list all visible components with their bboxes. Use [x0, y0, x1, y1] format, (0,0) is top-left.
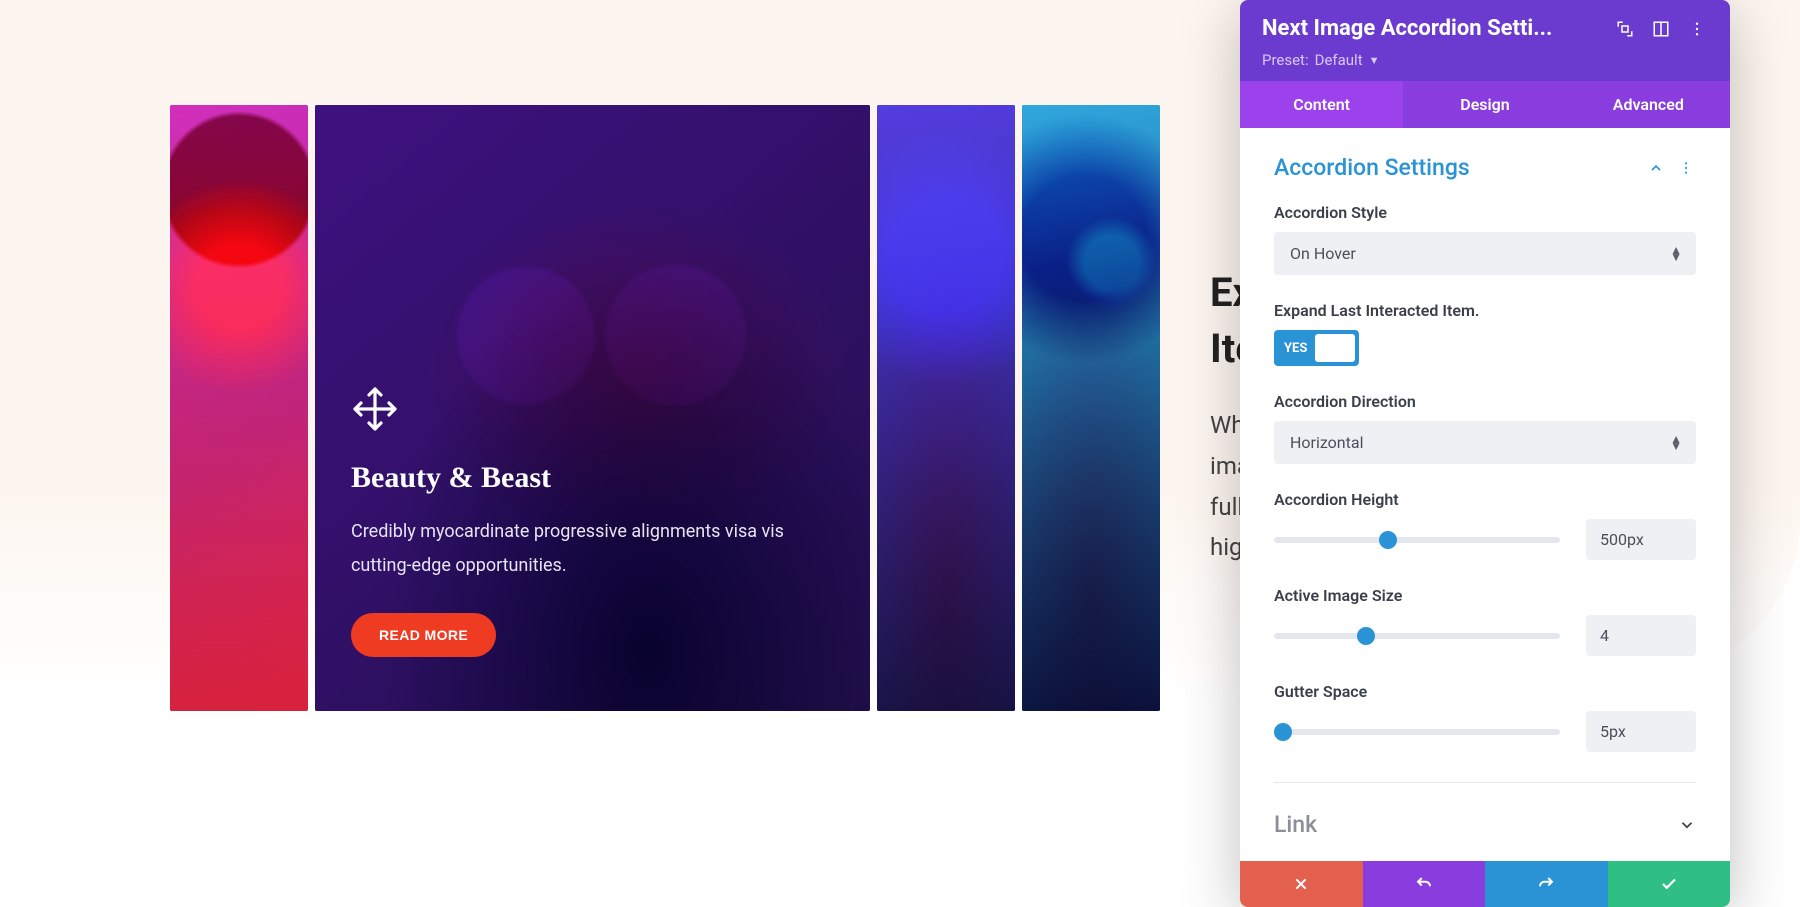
panel-footer [1240, 861, 1730, 907]
slider-value[interactable]: 4 [1586, 615, 1696, 656]
slider-value[interactable]: 5px [1586, 711, 1696, 752]
field-label: Accordion Style [1274, 203, 1696, 222]
panel-scroll[interactable]: Accordion Settings Accordion Style On Ho… [1240, 128, 1730, 861]
preset-label: Preset: [1262, 51, 1309, 69]
tab-advanced[interactable]: Advanced [1567, 81, 1730, 128]
tab-design[interactable]: Design [1403, 81, 1566, 128]
slider-active-image-size[interactable] [1274, 633, 1560, 639]
select-accordion-style[interactable]: On Hover ▲▼ [1274, 232, 1696, 275]
caret-down-icon: ▼ [1369, 54, 1380, 67]
panel-tabs: Content Design Advanced [1240, 81, 1730, 128]
slider-thumb[interactable] [1274, 723, 1292, 741]
slider-thumb[interactable] [1357, 627, 1375, 645]
save-button[interactable] [1608, 861, 1731, 907]
settings-panel: Next Image Accordion Setti... Preset: De… [1240, 0, 1730, 907]
section-header: Accordion Settings [1274, 154, 1696, 181]
toggle-knob [1315, 334, 1355, 362]
accordion-item-active[interactable]: Beauty & Beast Credibly myocardinate pro… [315, 105, 870, 711]
sort-icon: ▲▼ [1670, 435, 1682, 449]
field-gutter-space: Gutter Space 5px [1274, 682, 1696, 752]
toggle-expand-last[interactable]: YES [1274, 330, 1359, 366]
field-active-image-size: Active Image Size 4 [1274, 586, 1696, 656]
section-title: Accordion Settings [1274, 154, 1636, 181]
select-value: On Hover [1290, 244, 1356, 263]
undo-icon [1415, 875, 1433, 893]
panel-header: Next Image Accordion Setti... Preset: De… [1240, 0, 1730, 81]
redo-button[interactable] [1485, 861, 1608, 907]
expand-icon[interactable] [1614, 18, 1636, 40]
slider-value[interactable]: 500px [1586, 519, 1696, 560]
accordion-item-3[interactable] [877, 105, 1015, 711]
field-expand-last: Expand Last Interacted Item. YES [1274, 301, 1696, 366]
layout-icon[interactable] [1650, 18, 1672, 40]
section-link[interactable]: Link [1274, 782, 1696, 838]
panel-title: Next Image Accordion Setti... [1262, 16, 1600, 41]
field-label: Active Image Size [1274, 586, 1696, 605]
panel-body: Accordion Settings Accordion Style On Ho… [1240, 128, 1730, 861]
accordion-figure [170, 105, 308, 711]
check-icon [1660, 875, 1678, 893]
field-accordion-direction: Accordion Direction Horizontal ▲▼ [1274, 392, 1696, 464]
section-link-title: Link [1274, 811, 1678, 838]
field-accordion-height: Accordion Height 500px [1274, 490, 1696, 560]
accordion-item-4[interactable] [1022, 105, 1160, 711]
preset-selector[interactable]: Preset: Default ▼ [1262, 51, 1708, 69]
select-value: Horizontal [1290, 433, 1363, 452]
kebab-menu-icon[interactable] [1676, 158, 1696, 178]
sort-icon: ▲▼ [1670, 246, 1682, 260]
close-icon [1293, 876, 1309, 892]
accordion-active-description: Credibly myocardinate progressive alignm… [351, 515, 811, 583]
accordion-active-content: Beauty & Beast Credibly myocardinate pro… [351, 385, 834, 657]
field-accordion-style: Accordion Style On Hover ▲▼ [1274, 203, 1696, 275]
slider-gutter-space[interactable] [1274, 729, 1560, 735]
slider-accordion-height[interactable] [1274, 537, 1560, 543]
slider-thumb[interactable] [1379, 531, 1397, 549]
field-label: Gutter Space [1274, 682, 1696, 701]
field-label: Accordion Direction [1274, 392, 1696, 411]
toggle-value: YES [1284, 341, 1307, 356]
chevron-up-icon[interactable] [1646, 158, 1666, 178]
undo-button[interactable] [1363, 861, 1486, 907]
chevron-down-icon [1678, 816, 1696, 834]
redo-icon [1537, 875, 1555, 893]
kebab-menu-icon[interactable] [1686, 18, 1708, 40]
move-icon [351, 385, 834, 433]
select-accordion-direction[interactable]: Horizontal ▲▼ [1274, 421, 1696, 464]
read-more-button[interactable]: READ MORE [351, 613, 496, 657]
field-label: Expand Last Interacted Item. [1274, 301, 1696, 320]
accordion-preview: Beauty & Beast Credibly myocardinate pro… [170, 105, 1160, 711]
preset-value: Default [1315, 51, 1363, 69]
accordion-item-1[interactable] [170, 105, 308, 711]
accordion-figure [877, 105, 1015, 711]
accordion-figure [1022, 105, 1160, 711]
cancel-button[interactable] [1240, 861, 1363, 907]
tab-content[interactable]: Content [1240, 81, 1403, 128]
accordion-active-title: Beauty & Beast [351, 461, 834, 495]
field-label: Accordion Height [1274, 490, 1696, 509]
